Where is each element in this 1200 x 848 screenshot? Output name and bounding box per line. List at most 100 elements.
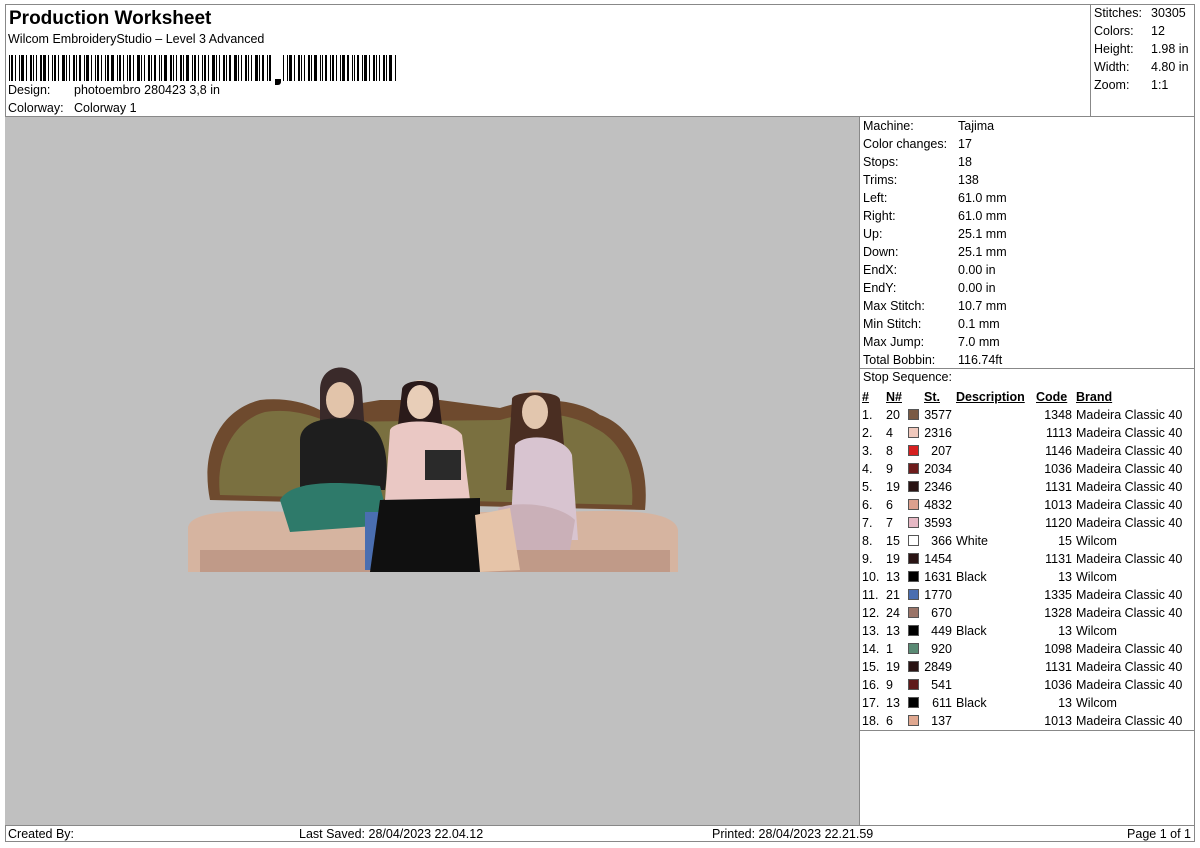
barcode-bar	[322, 55, 323, 81]
seq-index: 14.	[862, 642, 880, 656]
stop-sequence-heading: Stop Sequence:	[863, 370, 952, 384]
stitch-count: 611	[932, 696, 952, 710]
thread-code: 1013	[1044, 714, 1072, 728]
barcode-bar	[148, 55, 150, 81]
column-header: Brand	[1076, 390, 1113, 404]
seq-index: 4.	[862, 462, 873, 476]
barcode-bar	[36, 55, 37, 81]
barcode-bar	[369, 55, 370, 81]
table-row: 4. 9 2034 1036 Madeira Classic 40	[862, 460, 1182, 478]
seq-index: 9.	[862, 552, 873, 566]
barcode-bar	[159, 55, 160, 81]
thread-code: 1120	[1045, 516, 1072, 530]
color-swatch	[908, 409, 919, 421]
barcode-bar	[320, 55, 321, 81]
stitch-count: 2034	[924, 462, 952, 476]
barcode-bar	[298, 55, 300, 81]
summary-value: 4.80 in	[1151, 60, 1189, 74]
thread-description	[952, 514, 1036, 532]
thread-code: 1131	[1045, 660, 1072, 674]
summary-label: Colors:	[1094, 24, 1134, 38]
colorway-value: Colorway 1	[74, 101, 137, 115]
barcode-bar	[69, 55, 70, 81]
seq-index: 5.	[862, 480, 873, 494]
table-row: 14. 1 920 1098 Madeira Classic 40	[862, 640, 1182, 658]
machine-info-row: Left: 61.0 mm	[863, 189, 1007, 207]
thread-code: 15	[1058, 534, 1072, 548]
needle-number: 7	[886, 516, 893, 530]
needle-number: 13	[886, 624, 900, 638]
thread-description	[952, 406, 1036, 424]
barcode-bar	[251, 55, 252, 81]
seq-index: 18.	[862, 714, 880, 728]
color-swatch-cell	[908, 586, 924, 604]
thread-description	[952, 712, 1036, 730]
stitch-count: 4832	[924, 498, 952, 512]
table-row: 8. 15 366 White 15 Wilcom	[862, 532, 1182, 550]
machine-info-label: Max Stitch:	[863, 299, 925, 313]
thread-code: 1328	[1044, 606, 1072, 620]
barcode-bar	[101, 55, 102, 81]
thread-description	[952, 658, 1036, 676]
software-name: Wilcom EmbroideryStudio – Level 3 Advanc…	[8, 32, 265, 46]
machine-info-label: Min Stitch:	[863, 317, 922, 331]
section-divider	[860, 368, 1195, 369]
barcode-bar	[208, 55, 209, 81]
color-swatch	[908, 625, 919, 637]
thread-description	[952, 460, 1036, 478]
printed-date: Printed: 28/04/2023 22.21.59	[712, 827, 874, 841]
thread-code: 1013	[1044, 498, 1072, 512]
summary-panel: Stitches: 30305 Colors: 12 Height: 1.98 in …	[1091, 4, 1195, 117]
machine-info-value: 10.7 mm	[958, 299, 1007, 313]
barcode-bar	[40, 55, 42, 81]
barcode-bar	[173, 55, 174, 81]
barcode-bar	[245, 55, 247, 81]
color-swatch-cell	[908, 424, 924, 442]
needle-number: 4	[886, 426, 893, 440]
barcode-comma	[275, 79, 281, 85]
seq-index: 2.	[862, 426, 873, 440]
thread-brand: Wilcom	[1076, 696, 1117, 710]
color-swatch-cell	[908, 478, 924, 496]
barcode-bar	[376, 55, 377, 81]
barcode-bar	[66, 55, 67, 81]
color-swatch-cell	[908, 514, 924, 532]
barcode-bar	[52, 55, 53, 81]
barcode-bar	[33, 55, 34, 81]
seq-index: 8.	[862, 534, 873, 548]
table-row: 1. 20 3577 1348 Madeira Classic 40	[862, 406, 1182, 424]
stitch-count: 920	[931, 642, 952, 656]
stitch-count: 366	[931, 534, 952, 548]
needle-number: 9	[886, 462, 893, 476]
thread-brand: Madeira Classic 40	[1076, 714, 1183, 728]
thread-brand: Madeira Classic 40	[1076, 480, 1183, 494]
color-swatch-cell	[908, 658, 924, 676]
last-saved: Last Saved: 28/04/2023 22.04.12	[299, 827, 484, 841]
thread-description	[952, 496, 1036, 514]
created-by: Created By:	[8, 827, 75, 841]
machine-info-row: Stops: 18	[863, 153, 972, 171]
barcode-bar	[15, 55, 16, 81]
barcode-bar	[30, 55, 32, 81]
barcode-bar	[62, 55, 65, 81]
barcode-bar	[204, 55, 206, 81]
thread-description: Black	[956, 624, 987, 638]
barcode-bar	[332, 55, 334, 81]
column-header: Description	[956, 390, 1025, 404]
needle-number: 21	[886, 588, 900, 602]
barcode-bar	[340, 55, 341, 81]
barcode-bar	[386, 55, 387, 81]
summary-label: Width:	[1094, 60, 1130, 74]
barcode-bar	[395, 55, 396, 81]
page-number: Page 1 of 1	[1127, 827, 1191, 841]
color-swatch	[908, 715, 919, 727]
table-row: 2. 4 2316 1113 Madeira Classic 40	[862, 424, 1182, 442]
seq-index: 1.	[862, 408, 873, 422]
machine-info-label: Up:	[863, 227, 883, 241]
thread-brand: Madeira Classic 40	[1076, 498, 1183, 512]
color-swatch-cell	[908, 640, 924, 658]
stitch-count: 2849	[924, 660, 952, 674]
needle-number: 9	[886, 678, 893, 692]
machine-info-row: Min Stitch: 0.1 mm	[863, 315, 1000, 333]
seq-index: 11.	[862, 588, 879, 602]
